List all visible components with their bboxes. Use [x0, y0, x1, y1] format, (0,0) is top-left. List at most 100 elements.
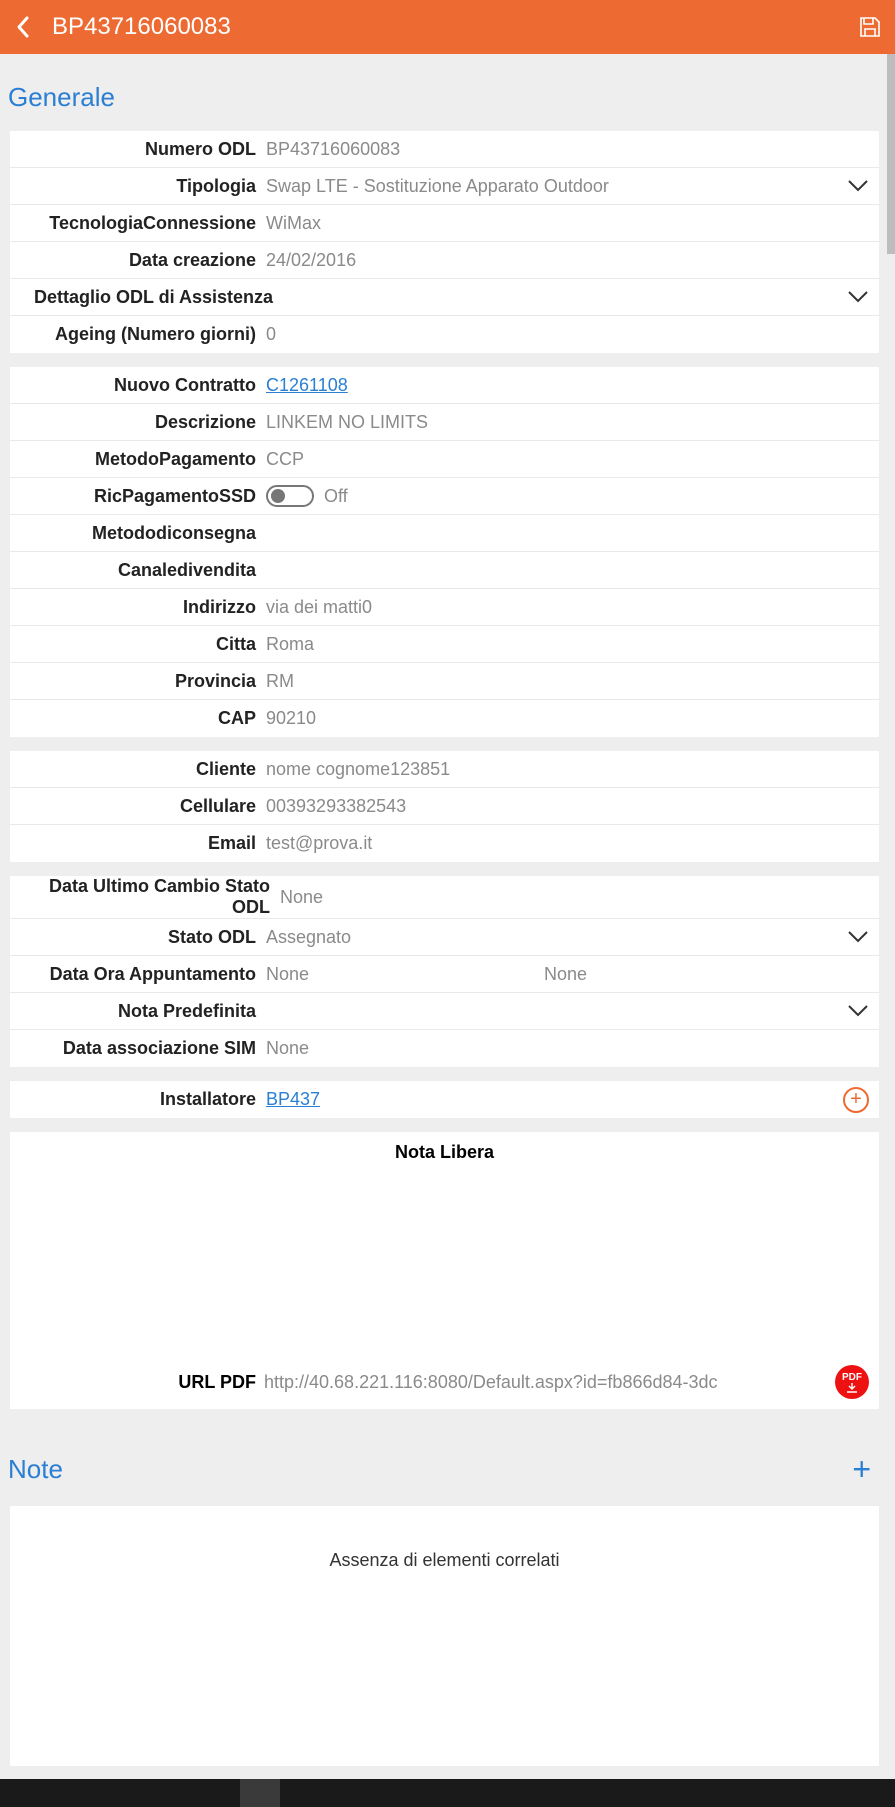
row-tecnologia: TecnologiaConnessione WiMax — [10, 205, 879, 242]
row-indirizzo: Indirizzo via dei matti0 — [10, 589, 879, 626]
value-dataora-1: None — [264, 964, 544, 985]
label-urlpdf: URL PDF — [20, 1372, 264, 1393]
value-numero-odl: BP43716060083 — [264, 139, 869, 160]
pdf-download-icon[interactable]: PDF — [835, 1365, 869, 1399]
value-metodopagamento: CCP — [264, 449, 869, 470]
value-urlpdf: http://40.68.221.116:8080/Default.aspx?i… — [264, 1372, 829, 1393]
label-dataora: Data Ora Appuntamento — [20, 964, 264, 985]
save-button[interactable] — [853, 16, 881, 38]
card-installatore: Installatore BP437 + — [10, 1081, 879, 1118]
add-note-button[interactable]: + — [852, 1451, 881, 1488]
row-metododiconsegna: Metododiconsegna — [10, 515, 879, 552]
row-notapredefinita[interactable]: Nota Predefinita — [10, 993, 879, 1030]
label-ageing: Ageing (Numero giorni) — [20, 324, 264, 345]
label-dettaglio: Dettaglio ODL di Assistenza — [20, 287, 841, 308]
value-cliente: nome cognome123851 — [264, 759, 869, 780]
pdf-badge-text: PDF — [842, 1372, 862, 1383]
row-numero-odl: Numero ODL BP43716060083 — [10, 131, 879, 168]
chevron-down-icon — [841, 1004, 869, 1018]
label-provincia: Provincia — [20, 671, 264, 692]
row-installatore: Installatore BP437 + — [10, 1081, 879, 1118]
value-tipologia: Swap LTE - Sostituzione Apparato Outdoor — [264, 176, 841, 197]
page-title: BP43716060083 — [52, 13, 853, 41]
nota-textarea[interactable] — [10, 1169, 879, 1359]
chevron-down-icon — [841, 179, 869, 193]
row-provincia: Provincia RM — [10, 663, 879, 700]
label-tipologia: Tipologia — [20, 176, 264, 197]
row-canaledivendita: Canaledivendita — [10, 552, 879, 589]
row-tipologia[interactable]: Tipologia Swap LTE - Sostituzione Appara… — [10, 168, 879, 205]
app-header: BP43716060083 — [0, 0, 895, 54]
label-contratto: Nuovo Contratto — [20, 375, 264, 396]
value-email: test@prova.it — [264, 833, 869, 854]
row-cliente: Cliente nome cognome123851 — [10, 751, 879, 788]
empty-text: Assenza di elementi correlati — [329, 1550, 559, 1571]
row-ageing: Ageing (Numero giorni) 0 — [10, 316, 879, 353]
row-email: Email test@prova.it — [10, 825, 879, 862]
row-dettaglio[interactable]: Dettaglio ODL di Assistenza — [10, 279, 879, 316]
value-descrizione: LINKEM NO LIMITS — [264, 412, 869, 433]
nota-title: Nota Libera — [10, 1132, 879, 1169]
section-note-title: Note — [8, 1454, 63, 1485]
taskbar-active-segment[interactable] — [240, 1779, 280, 1807]
value-indirizzo: via dei matti0 — [264, 597, 869, 618]
row-ultimocambio: Data Ultimo Cambio Stato ODL None — [10, 876, 879, 919]
label-ultimocambio: Data Ultimo Cambio Stato ODL — [20, 876, 278, 918]
link-installatore[interactable]: BP437 — [264, 1089, 843, 1110]
row-statoodl[interactable]: Stato ODL Assegnato — [10, 919, 879, 956]
toggle-state: Off — [324, 486, 348, 507]
value-dataora-2: None — [544, 964, 744, 985]
value-cap: 90210 — [264, 708, 869, 729]
back-button[interactable] — [14, 15, 42, 39]
toggle-ricpagamento[interactable] — [266, 485, 314, 507]
section-note-header: Note + — [0, 1423, 889, 1506]
value-ultimocambio: None — [278, 887, 869, 908]
card-nota-libera: Nota Libera URL PDF http://40.68.221.116… — [10, 1132, 879, 1409]
label-installatore: Installatore — [20, 1089, 264, 1110]
value-ageing: 0 — [264, 324, 869, 345]
label-citta: Citta — [20, 634, 264, 655]
toggle-ricpagamento-wrap: Off — [264, 485, 869, 507]
value-citta: Roma — [264, 634, 869, 655]
row-dataora[interactable]: Data Ora Appuntamento None None — [10, 956, 879, 993]
value-cellulare: 00393293382543 — [264, 796, 869, 817]
row-metodopagamento: MetodoPagamento CCP — [10, 441, 879, 478]
row-datasim: Data associazione SIM None — [10, 1030, 879, 1067]
label-tecnologia: TecnologiaConnessione — [20, 213, 264, 234]
taskbar[interactable] — [0, 1779, 895, 1807]
add-installatore-button[interactable]: + — [843, 1087, 869, 1113]
card-stato: Data Ultimo Cambio Stato ODL None Stato … — [10, 876, 879, 1067]
section-generale-title: Generale — [0, 54, 889, 131]
row-cellulare: Cellulare 00393293382543 — [10, 788, 879, 825]
row-citta: Citta Roma — [10, 626, 879, 663]
value-tecnologia: WiMax — [264, 213, 869, 234]
card-contratto: Nuovo Contratto C1261108 Descrizione LIN… — [10, 367, 879, 737]
content-scroll[interactable]: Generale Numero ODL BP43716060083 Tipolo… — [0, 54, 895, 1779]
value-datasim: None — [264, 1038, 869, 1059]
row-ricpagamento: RicPagamentoSSD Off — [10, 478, 879, 515]
label-indirizzo: Indirizzo — [20, 597, 264, 618]
label-canaledivendita: Canaledivendita — [20, 560, 264, 581]
chevron-down-icon — [841, 290, 869, 304]
label-descrizione: Descrizione — [20, 412, 264, 433]
label-ricpagamento: RicPagamentoSSD — [20, 486, 264, 507]
label-datasim: Data associazione SIM — [20, 1038, 264, 1059]
label-cliente: Cliente — [20, 759, 264, 780]
link-contratto[interactable]: C1261108 — [264, 375, 869, 396]
value-statoodl: Assegnato — [264, 927, 841, 948]
label-statoodl: Stato ODL — [20, 927, 264, 948]
label-datacreazione: Data creazione — [20, 250, 264, 271]
row-descrizione: Descrizione LINKEM NO LIMITS — [10, 404, 879, 441]
label-email: Email — [20, 833, 264, 854]
row-cap: CAP 90210 — [10, 700, 879, 737]
label-metododiconsegna: Metododiconsegna — [20, 523, 264, 544]
chevron-down-icon — [841, 930, 869, 944]
note-empty-card: Assenza di elementi correlati — [10, 1506, 879, 1766]
label-metodopagamento: MetodoPagamento — [20, 449, 264, 470]
row-urlpdf: URL PDF http://40.68.221.116:8080/Defaul… — [10, 1359, 879, 1409]
card-odl: Numero ODL BP43716060083 Tipologia Swap … — [10, 131, 879, 353]
value-provincia: RM — [264, 671, 869, 692]
row-datacreazione: Data creazione 24/02/2016 — [10, 242, 879, 279]
card-cliente: Cliente nome cognome123851 Cellulare 003… — [10, 751, 879, 862]
value-datacreazione: 24/02/2016 — [264, 250, 869, 271]
